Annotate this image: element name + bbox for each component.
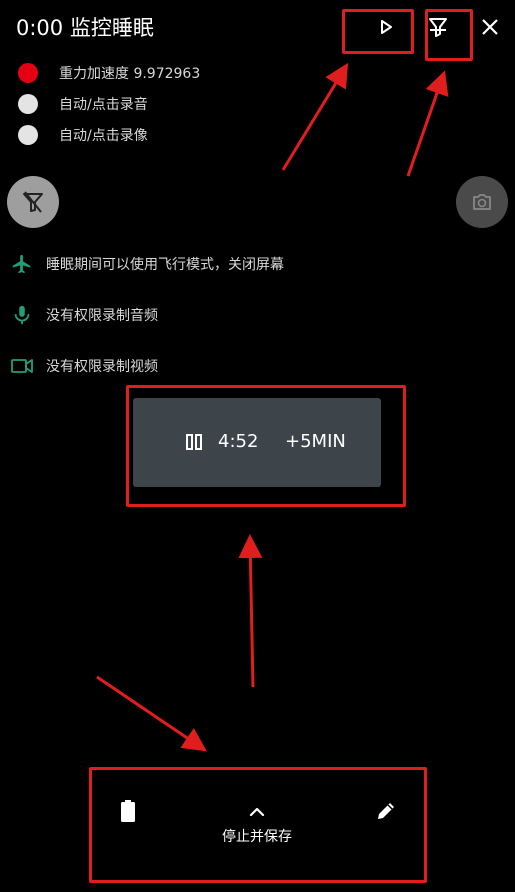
annotation-arrow: [238, 534, 263, 688]
annotation-arrow: [96, 675, 207, 752]
annotation-arrows: [96, 62, 449, 752]
annotation-arrow: [406, 70, 449, 177]
annotation-arrow: [281, 62, 349, 171]
